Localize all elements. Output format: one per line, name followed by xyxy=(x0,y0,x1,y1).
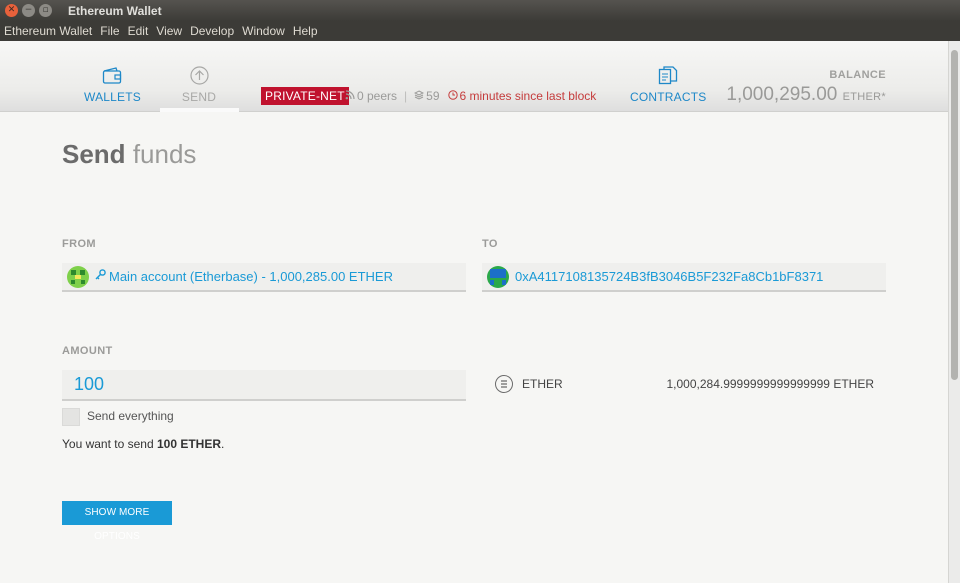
key-icon xyxy=(95,268,106,286)
to-label: TO xyxy=(482,238,498,250)
nav-contracts[interactable]: CONTRACTS xyxy=(630,65,706,104)
ether-radio-icon[interactable] xyxy=(495,375,513,393)
page-title: Send funds xyxy=(62,139,196,170)
window-title: Ethereum Wallet xyxy=(68,3,162,18)
menu-help[interactable]: Help xyxy=(289,24,322,38)
network-badge: PRIVATE-NET xyxy=(261,87,349,105)
available-balance: 1,000,284.9999999999999999 ETHER xyxy=(666,377,874,391)
menu-file[interactable]: File xyxy=(96,24,123,38)
blocks-icon xyxy=(414,89,426,103)
page-title-main: Send xyxy=(62,139,126,169)
active-tab-indicator xyxy=(160,108,239,112)
currency-label[interactable]: ETHER xyxy=(522,377,563,391)
to-address-value: 0xA4117108135724B3fB3046B5F232Fa8Cb1bF83… xyxy=(515,269,824,284)
show-more-options-button[interactable]: SHOW MORE OPTIONS xyxy=(62,501,172,542)
amount-input[interactable]: 100 xyxy=(62,370,466,401)
nav-send-label: SEND xyxy=(181,90,217,104)
menu-edit[interactable]: Edit xyxy=(124,24,153,38)
menu-bar: Ethereum Wallet File Edit View Develop W… xyxy=(0,21,960,41)
menu-ethereum-wallet[interactable]: Ethereum Wallet xyxy=(0,24,96,38)
document-icon xyxy=(657,65,679,85)
vertical-scrollbar[interactable] xyxy=(948,41,960,583)
send-everything-checkbox[interactable] xyxy=(62,408,80,426)
summary-suffix: . xyxy=(221,437,225,451)
balance-display: 1,000,295.00 ETHER* xyxy=(726,84,886,106)
maximize-window-button[interactable]: ▫ xyxy=(39,4,52,17)
from-identicon xyxy=(67,265,89,288)
page-title-sub: funds xyxy=(132,139,197,169)
from-label: FROM xyxy=(62,238,96,250)
scrollbar-thumb[interactable] xyxy=(951,50,958,380)
network-status: 0 peers | 59 6 minutes since last block xyxy=(345,89,596,103)
peers-icon xyxy=(345,89,357,103)
wallet-icon xyxy=(101,65,123,85)
balance-label: BALANCE xyxy=(829,69,886,81)
from-account-value: Main account (Etherbase) - 1,000,285.00 … xyxy=(109,269,393,284)
menu-develop[interactable]: Develop xyxy=(186,24,238,38)
block-number: 59 xyxy=(426,89,440,103)
summary-amount: 100 ETHER xyxy=(156,437,221,451)
from-account-select[interactable]: Main account (Etherbase) - 1,000,285.00 … xyxy=(62,263,466,292)
nav-wallets[interactable]: WALLETS xyxy=(84,65,141,104)
app-content: WALLETS SEND PRIVATE-NET 0 peers | 59 6 … xyxy=(0,41,948,583)
app-header: WALLETS SEND PRIVATE-NET 0 peers | 59 6 … xyxy=(0,41,948,112)
summary-prefix: You want to send xyxy=(62,437,157,451)
send-summary: You want to send 100 ETHER. xyxy=(62,437,224,451)
menu-window[interactable]: Window xyxy=(238,24,289,38)
to-address-input[interactable]: 0xA4117108135724B3fB3046B5F232Fa8Cb1bF83… xyxy=(482,263,886,292)
nav-contracts-label: CONTRACTS xyxy=(630,90,707,104)
amount-label: AMOUNT xyxy=(62,345,113,357)
to-identicon xyxy=(487,265,509,288)
arrow-up-circle-icon xyxy=(188,65,210,85)
balance-unit: ETHER* xyxy=(842,91,886,103)
clock-icon xyxy=(447,89,460,103)
window-title-bar: ✕ − ▫ Ethereum Wallet xyxy=(0,0,960,21)
menu-view[interactable]: View xyxy=(152,24,186,38)
peer-count: 0 peers xyxy=(357,89,398,103)
nav-wallets-label: WALLETS xyxy=(84,90,141,104)
nav-send[interactable]: SEND xyxy=(178,65,220,104)
send-everything-label[interactable]: Send everything xyxy=(87,409,174,423)
balance-amount: 1,000,295.00 xyxy=(726,84,838,105)
minimize-window-button[interactable]: − xyxy=(22,4,35,17)
status-separator: | xyxy=(404,89,408,103)
last-block-time: 6 minutes since last block xyxy=(459,89,597,103)
close-window-button[interactable]: ✕ xyxy=(5,4,18,17)
